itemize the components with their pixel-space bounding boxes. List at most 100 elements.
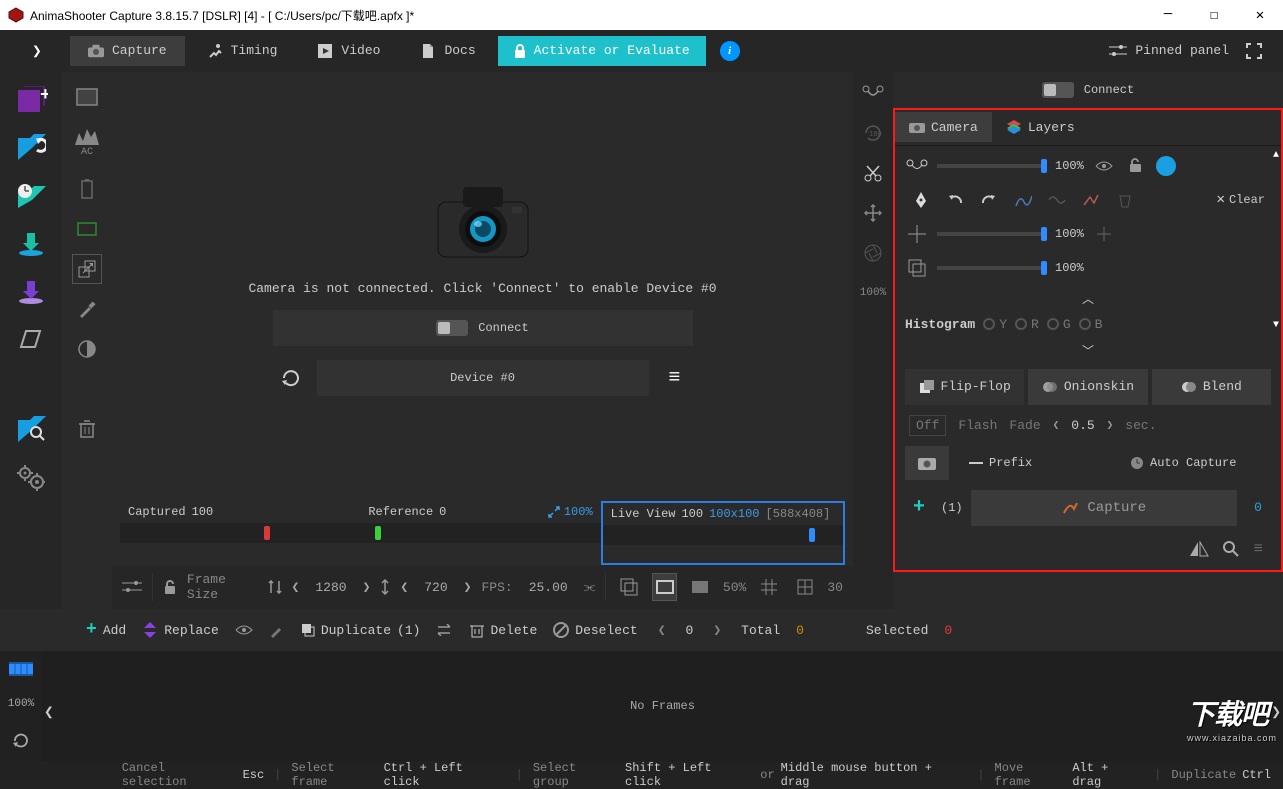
- eyedropper-icon[interactable]: [72, 294, 102, 324]
- chevron-right-icon[interactable]: ❯: [709, 623, 725, 638]
- frame-opacity-slider[interactable]: [937, 266, 1047, 270]
- window-minimize[interactable]: ─: [1145, 0, 1191, 30]
- green-rect-icon[interactable]: [72, 214, 102, 244]
- swap-wh-icon[interactable]: [268, 580, 282, 594]
- replace-frame-button[interactable]: Replace: [142, 622, 219, 638]
- menu-toggle-icon[interactable]: ❯: [32, 41, 42, 61]
- activate-button[interactable]: Activate or Evaluate: [498, 36, 706, 66]
- fullscreen-icon[interactable]: [1245, 42, 1263, 60]
- fade-fade[interactable]: Fade: [1009, 418, 1040, 433]
- prefix-button[interactable]: Prefix: [959, 446, 1110, 480]
- grid-4x4-icon[interactable]: [792, 573, 818, 601]
- curve-icon[interactable]: [860, 80, 886, 106]
- grid-lines-icon[interactable]: [756, 573, 782, 601]
- tab-timing[interactable]: Timing: [189, 36, 296, 66]
- refresh-devices-icon[interactable]: [273, 360, 309, 396]
- settings-icon[interactable]: [13, 460, 49, 496]
- device-select[interactable]: Device #0: [317, 360, 649, 396]
- color-indicator[interactable]: [1156, 156, 1176, 176]
- wave-icon[interactable]: [1045, 188, 1069, 212]
- link-icon[interactable]: ⫘: [584, 580, 596, 595]
- chevron-right-icon[interactable]: ❯: [1107, 418, 1114, 432]
- adjust-icon[interactable]: [122, 580, 142, 594]
- delete-button[interactable]: Delete: [470, 622, 537, 638]
- capture-button[interactable]: Capture: [971, 490, 1237, 526]
- hist-r-radio[interactable]: [1015, 318, 1027, 330]
- scroll-up-icon[interactable]: ▲: [1273, 150, 1279, 161]
- undo-icon[interactable]: [943, 188, 967, 212]
- add-frame-button[interactable]: +Add: [86, 620, 126, 640]
- tab-docs[interactable]: Docs: [402, 36, 493, 66]
- download-purple-icon[interactable]: [13, 274, 49, 310]
- window-maximize[interactable]: ☐: [1191, 0, 1237, 30]
- onionskin-button[interactable]: Onionskin: [1028, 369, 1147, 405]
- grid-opacity-slider[interactable]: [937, 232, 1047, 236]
- grid-rect-icon[interactable]: [652, 573, 678, 601]
- grid-overlap-icon[interactable]: [616, 573, 642, 601]
- collapse-up-icon[interactable]: ︿: [905, 290, 1271, 307]
- frame-height[interactable]: 720: [418, 574, 453, 600]
- opacity-slider[interactable]: [937, 164, 1047, 168]
- chevron-left-icon[interactable]: ❮: [1053, 418, 1060, 432]
- vertical-arrows-icon[interactable]: [380, 579, 390, 595]
- eye-icon[interactable]: [1092, 154, 1116, 178]
- trash-icon[interactable]: [72, 414, 102, 444]
- perspective-icon[interactable]: [13, 322, 49, 358]
- tl-chevron-left-icon[interactable]: ❮: [44, 702, 54, 722]
- search-icon[interactable]: [1223, 541, 1239, 557]
- reference-slider[interactable]: [360, 523, 600, 543]
- unlock-icon[interactable]: [1124, 154, 1148, 178]
- add-capture-icon[interactable]: +: [905, 494, 933, 522]
- brightness-curve-icon[interactable]: [1079, 188, 1103, 212]
- fade-value[interactable]: 0.5: [1071, 418, 1094, 433]
- move-icon[interactable]: [860, 200, 886, 226]
- chevron-right-icon[interactable]: ❯: [363, 580, 371, 595]
- tab-capture[interactable]: Capture: [70, 36, 185, 66]
- panel-connect-toggle[interactable]: [1042, 82, 1074, 98]
- redo-icon[interactable]: [977, 188, 1001, 212]
- chevron-right-icon[interactable]: ❯: [464, 580, 472, 595]
- scale-icon[interactable]: [72, 254, 102, 284]
- chevron-left-icon[interactable]: ❮: [400, 580, 408, 595]
- timeline-track[interactable]: ❮ No Frames ❯: [42, 651, 1283, 761]
- deselect-button[interactable]: Deselect: [553, 622, 637, 638]
- duplicate-button[interactable]: Duplicate (1): [301, 623, 421, 638]
- fps-value[interactable]: 25.00: [523, 574, 574, 600]
- battery-icon[interactable]: [72, 174, 102, 204]
- info-button[interactable]: i: [720, 41, 740, 61]
- histogram-icon[interactable]: AC: [72, 122, 102, 164]
- grid-fill-icon[interactable]: [687, 573, 713, 601]
- path-icon[interactable]: [1011, 188, 1035, 212]
- expand-down-icon[interactable]: ﹀: [905, 342, 1271, 359]
- window-close[interactable]: ✕: [1237, 0, 1283, 30]
- brush-button[interactable]: [269, 622, 285, 638]
- device-menu-icon[interactable]: ≡: [657, 360, 693, 396]
- rotate-icon[interactable]: 180: [860, 120, 886, 146]
- connect-toggle[interactable]: [436, 320, 468, 336]
- import-icon[interactable]: [13, 130, 49, 166]
- chevron-left-icon[interactable]: ❮: [654, 623, 670, 638]
- hist-b-radio[interactable]: [1079, 318, 1091, 330]
- schedule-icon[interactable]: [13, 178, 49, 214]
- captured-slider[interactable]: [120, 523, 360, 543]
- unlock-icon[interactable]: [163, 579, 177, 595]
- clear-button[interactable]: ✕Clear: [1211, 189, 1271, 210]
- expand-icon[interactable]: [548, 506, 560, 518]
- hist-g-radio[interactable]: [1047, 318, 1059, 330]
- scroll-down-icon[interactable]: ▼: [1273, 320, 1279, 331]
- frame-icon[interactable]: [72, 82, 102, 112]
- frame-overlap-icon[interactable]: [905, 256, 929, 280]
- chevron-left-icon[interactable]: ❮: [292, 580, 300, 595]
- aperture-icon[interactable]: [860, 240, 886, 266]
- fade-off[interactable]: Off: [909, 415, 946, 436]
- pen-icon[interactable]: [909, 188, 933, 212]
- blend-button[interactable]: Blend: [1152, 369, 1271, 405]
- fade-flash[interactable]: Flash: [958, 418, 997, 433]
- refresh-tl-icon[interactable]: [12, 732, 30, 750]
- hide-button[interactable]: [235, 624, 253, 636]
- menu-lines-icon[interactable]: ≡: [1253, 540, 1263, 558]
- bucket-icon[interactable]: [1113, 188, 1137, 212]
- hist-y-radio[interactable]: [983, 318, 995, 330]
- autocapture-button[interactable]: Auto Capture: [1120, 446, 1271, 480]
- panel-tab-layers[interactable]: Layers: [992, 112, 1089, 142]
